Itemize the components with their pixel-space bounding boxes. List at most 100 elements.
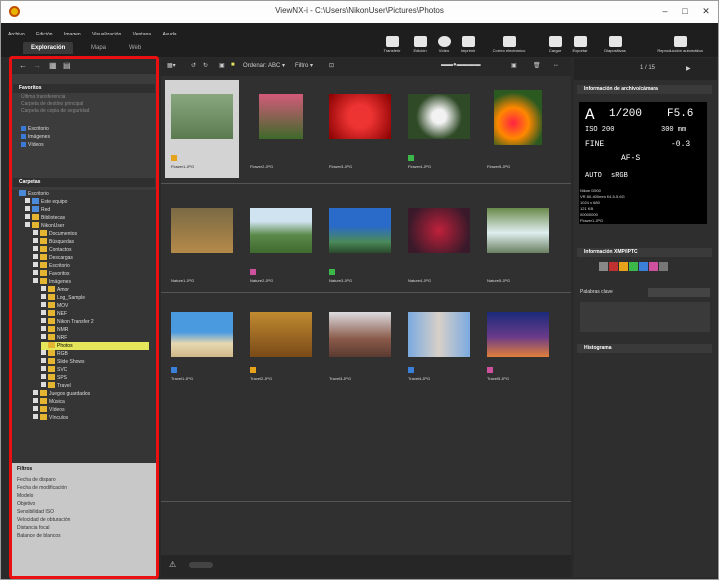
filter-dropdown[interactable]: Filtro ▾ (295, 62, 313, 69)
sort-dropdown[interactable]: Ordenar: ABC ▾ (243, 62, 285, 69)
thumbnail[interactable]: Travel3.JPG (323, 292, 397, 390)
fav-videos[interactable]: Vídeos (21, 142, 44, 149)
filter-item[interactable]: Fecha de modificación (17, 485, 67, 492)
tree-node[interactable]: SVC (41, 366, 67, 374)
view-mode-icon[interactable]: ▦▾ (167, 62, 176, 69)
thumbnail[interactable]: Travel5.JPG (481, 292, 555, 390)
zoom-slider[interactable] (189, 562, 213, 568)
filter-item[interactable]: Sensibilidad ISO (17, 509, 54, 516)
fullscreen-icon[interactable]: ▣ (511, 62, 517, 69)
label-swatch[interactable] (609, 262, 618, 271)
tree-node[interactable]: Favoritos (33, 270, 70, 278)
tab-mapa[interactable]: Mapa (83, 42, 114, 54)
filter-item[interactable]: Velocidad de obturación (17, 517, 70, 524)
thumbnail[interactable]: Travel2.JPG (244, 292, 318, 390)
email-button[interactable]: Correo electrónico (485, 36, 533, 57)
tree-node[interactable]: NikonUser (25, 222, 64, 230)
thumbnail[interactable]: Nature4.JPG (402, 194, 476, 292)
thumbnail[interactable]: Nature3.JPG (323, 194, 397, 292)
label-swatch[interactable] (639, 262, 648, 271)
rotate-left-icon[interactable]: ↺ (191, 62, 196, 69)
trash-icon[interactable]: 🗑 (533, 62, 541, 69)
tree-node[interactable]: Nikon Transfer 2 (41, 318, 94, 326)
slideshow-button[interactable]: Diapositivas (598, 36, 632, 57)
tree-node[interactable]: Este equipo (25, 198, 67, 206)
tab-web[interactable]: Web (121, 42, 149, 54)
close-button[interactable]: ✕ (695, 4, 717, 19)
tree-node[interactable]: Documentos (33, 230, 77, 238)
tree-node[interactable]: Escritorio (19, 190, 49, 198)
grid-view-icon[interactable]: ▦ (49, 61, 57, 70)
filter-item[interactable]: Objetivo (17, 501, 35, 508)
thumbnail[interactable]: Flower4.JPG (402, 80, 476, 178)
warning-icon[interactable]: ⚠ (169, 560, 176, 569)
tree-node[interactable]: Escritorio (33, 262, 70, 270)
tree-node[interactable]: Vídeos (33, 406, 65, 414)
expand-icon[interactable]: ↔ (553, 62, 559, 68)
tree-node[interactable]: Red (25, 206, 50, 214)
thumbnail[interactable]: Flower5.JPG (481, 80, 555, 178)
forward-arrow-icon[interactable]: → (33, 61, 41, 70)
thumbnail[interactable]: Nature5.JPG (481, 194, 555, 292)
label-icon[interactable]: ■ (231, 62, 235, 68)
thumbnail[interactable]: Nature2.JPG (244, 194, 318, 292)
tree-node[interactable]: Bibliotecas (25, 214, 65, 222)
keywords-input[interactable] (648, 288, 710, 297)
tree-node[interactable]: Descargas (33, 254, 73, 262)
minimize-button[interactable]: – (654, 4, 676, 19)
filter-item[interactable]: Modelo (17, 493, 33, 500)
export-button[interactable]: Exportar (563, 36, 597, 57)
filter-item[interactable]: Fecha de disparo (17, 477, 56, 484)
fav-last-transfer[interactable]: Última transferencia (21, 94, 65, 101)
fav-desktop[interactable]: Escritorio (21, 126, 49, 133)
next-arrow-icon[interactable]: ▶ (686, 65, 691, 72)
tab-exploracion[interactable]: Exploración (23, 42, 74, 54)
compare-icon[interactable]: ▣ (219, 62, 225, 69)
info-panel-header[interactable]: Información de archivo/cámara (577, 85, 712, 94)
keywords-box[interactable] (580, 302, 710, 332)
favorites-header[interactable]: Favoritos (13, 84, 155, 93)
tree-node[interactable]: RGB (41, 350, 68, 358)
maximize-button[interactable]: □ (674, 4, 696, 19)
thumbnail[interactable]: Flower2.JPG (244, 80, 318, 178)
tree-node[interactable]: Vínculos (33, 414, 68, 422)
label-swatch[interactable] (619, 262, 628, 271)
tree-node[interactable]: Búsquedas (33, 238, 74, 246)
fav-images[interactable]: Imágenes (21, 134, 50, 141)
tree-node[interactable]: Música (33, 398, 65, 406)
folders-header[interactable]: Carpetas (13, 178, 155, 187)
thumb-size-slider[interactable]: ▬▬●▬▬▬▬ (441, 62, 481, 68)
thumbnail[interactable]: Nature1.JPG (165, 194, 239, 292)
lock-icon[interactable]: ⊡ (329, 62, 334, 69)
label-swatch[interactable] (649, 262, 658, 271)
filters-header[interactable]: Filtros (11, 463, 157, 475)
rotate-right-icon[interactable]: ↻ (203, 62, 208, 69)
tree-node[interactable]: Imágenes (33, 278, 71, 286)
histogram-header[interactable]: Histograma (577, 344, 712, 353)
thumbnail[interactable]: Flower1.JPG (165, 80, 239, 178)
tree-node-selected[interactable]: Photos (41, 342, 149, 350)
xmp-panel-header[interactable]: Información XMP/IPTC (577, 248, 712, 257)
tree-node[interactable]: Juegos guardados (33, 390, 90, 398)
back-arrow-icon[interactable]: ← (19, 61, 27, 70)
tree-node[interactable]: Log_Sample (41, 294, 85, 302)
filter-item[interactable]: Distancia focal (17, 525, 50, 532)
filter-item[interactable]: Balance de blancos (17, 533, 61, 540)
tree-node[interactable]: NRF (41, 334, 67, 342)
tree-node[interactable]: Amor (41, 286, 69, 294)
tree-node[interactable]: Contactos (33, 246, 72, 254)
fav-backup-folder[interactable]: Carpeta de copia de seguridad (21, 108, 89, 115)
tree-node[interactable]: NEF (41, 310, 67, 318)
view-menu-icon[interactable]: ▤ (63, 61, 71, 70)
pane-divider[interactable] (161, 501, 571, 502)
print-button[interactable]: Imprimir (451, 36, 485, 57)
thumbnail[interactable]: Travel1.JPG (165, 292, 239, 390)
tree-node[interactable]: SPS (41, 374, 67, 382)
label-swatch[interactable] (629, 262, 638, 271)
tree-node[interactable]: Travel (41, 382, 71, 390)
autoplay-button[interactable]: Reproducción automática (647, 36, 713, 57)
label-swatch[interactable] (659, 262, 668, 271)
thumbnail[interactable]: Flower3.JPG (323, 80, 397, 178)
tree-node[interactable]: NMR (41, 326, 68, 334)
fav-main-destination[interactable]: Carpeta de destino principal (21, 101, 83, 108)
